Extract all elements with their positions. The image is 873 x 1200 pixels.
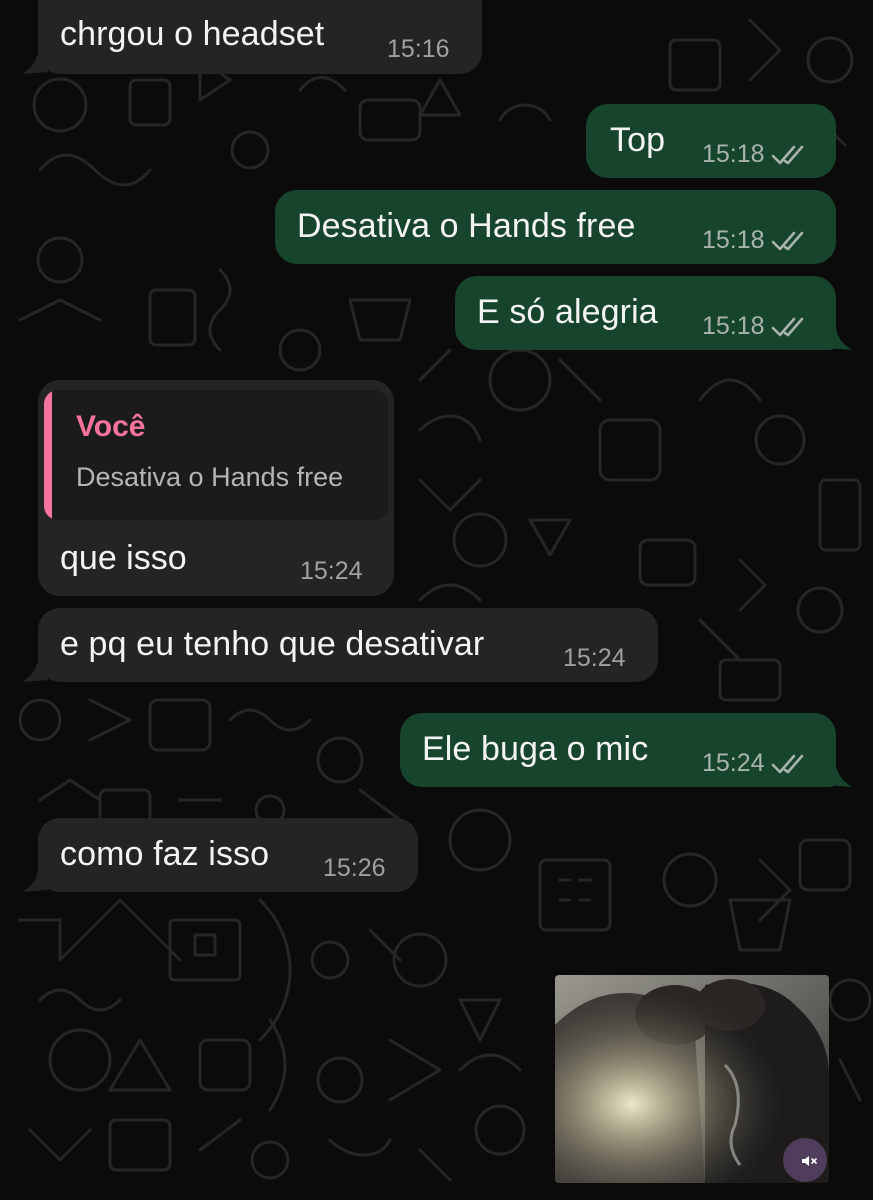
bubble-tail: [22, 52, 48, 74]
message-meta: 15:18: [702, 140, 807, 168]
message-time: 15:18: [702, 312, 765, 340]
message-text: E só alegria: [477, 293, 658, 331]
message-text: Ele buga o mic: [422, 730, 649, 768]
message-time: 15:24: [300, 557, 363, 585]
double-check-icon: [771, 232, 803, 251]
video-message-thumbnail[interactable]: [555, 975, 829, 1183]
bubble-tail: [826, 765, 852, 787]
outgoing-message[interactable]: E só alegria 15:18: [455, 276, 836, 350]
message-text: Desativa o Hands free: [297, 207, 636, 245]
message-text: e pq eu tenho que desativar: [60, 625, 485, 663]
message-text: chrgou o headset: [60, 15, 325, 53]
incoming-message[interactable]: chrgou o headset 15:16: [38, 0, 482, 74]
message-time: 15:26: [323, 854, 386, 882]
outgoing-message[interactable]: Top 15:18: [586, 104, 836, 178]
message-meta: 15:24: [702, 749, 807, 777]
bubble-tail: [826, 328, 852, 350]
message-text: que isso: [60, 539, 187, 577]
quoted-message[interactable]: Você Desativa o Hands free: [44, 390, 388, 520]
incoming-message[interactable]: como faz isso 15:26: [38, 818, 418, 892]
video-frame: [555, 975, 829, 1183]
double-check-icon: [771, 318, 803, 337]
quote-accent-bar: [44, 390, 52, 520]
message-time: 15:24: [563, 644, 626, 672]
quote-author: Você: [76, 410, 146, 443]
double-check-icon: [771, 755, 803, 774]
message-time: 15:18: [702, 140, 765, 168]
quote-text: Desativa o Hands free: [76, 462, 344, 492]
outgoing-message[interactable]: Ele buga o mic 15:24: [400, 713, 836, 787]
message-text: Top: [610, 121, 666, 159]
message-text: como faz isso: [60, 835, 270, 873]
outgoing-message[interactable]: Desativa o Hands free 15:18: [275, 190, 836, 264]
message-time: 15:18: [702, 226, 765, 254]
message-time: 15:16: [387, 35, 450, 63]
bubble-tail: [22, 660, 48, 682]
incoming-message[interactable]: e pq eu tenho que desativar 15:24: [38, 608, 658, 682]
message-meta: 15:18: [702, 226, 807, 254]
double-check-icon: [771, 146, 803, 165]
bubble-tail: [22, 870, 48, 892]
message-time: 15:24: [702, 749, 765, 777]
speaker-muted-icon[interactable]: [799, 1151, 819, 1171]
chat-thread: chrgou o headset 15:16 Top 15:18 Desativ…: [0, 0, 873, 1200]
message-meta: 15:18: [702, 312, 807, 340]
